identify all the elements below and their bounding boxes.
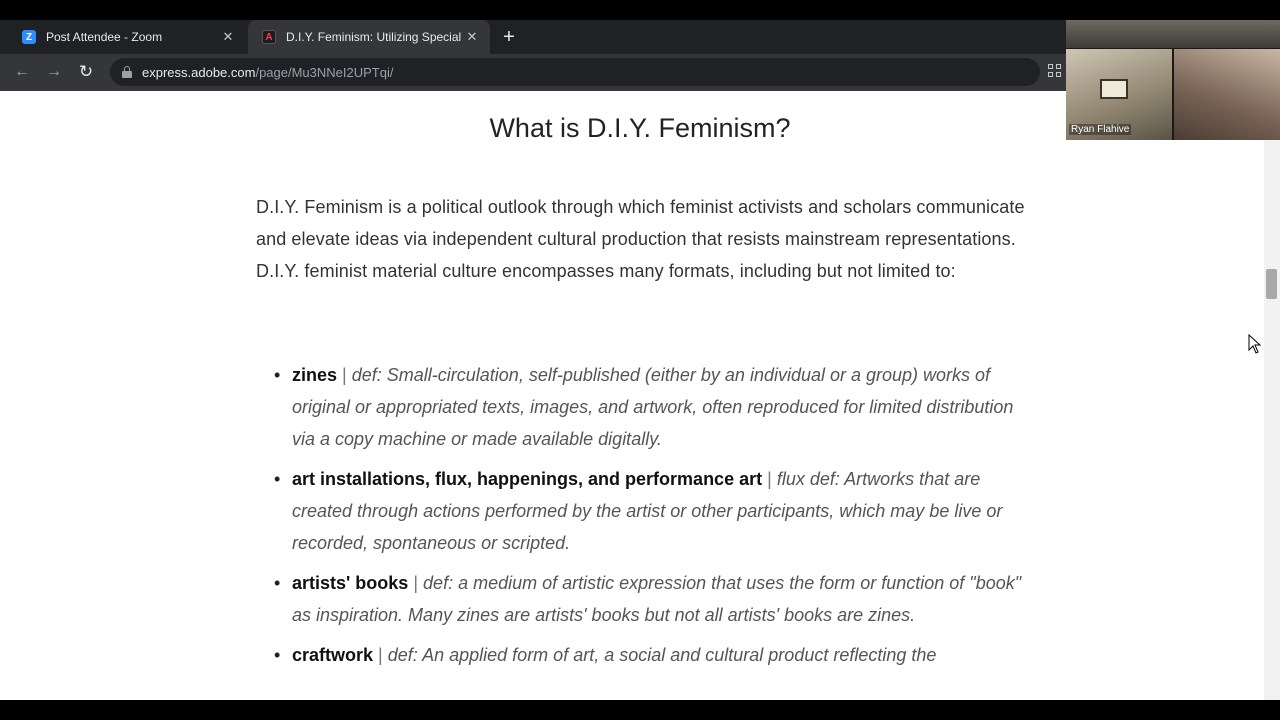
- list-item: • zines | def: Small-circulation, self-p…: [256, 359, 1036, 455]
- screen-letterbox-bottom: [0, 700, 1280, 720]
- list-item-separator: |: [342, 365, 347, 385]
- url-domain: express.adobe.com: [142, 64, 256, 80]
- scrollbar-thumb[interactable]: [1266, 269, 1277, 299]
- adobe-icon: A: [262, 30, 276, 44]
- list-item: • art installations, flux, happenings, a…: [256, 463, 1036, 559]
- participant-name-label: Ryan Flahive: [1069, 124, 1132, 135]
- list-item-term: craftwork: [292, 645, 374, 665]
- list-item-definition: def: An applied form of art, a social an…: [387, 645, 937, 665]
- wall-picture-frame: [1100, 79, 1128, 99]
- zoom-video-panel[interactable]: Ryan Flahive: [1066, 20, 1280, 140]
- list-item-term: art installations, flux, happenings, and…: [292, 469, 763, 489]
- screen-letterbox-top: [0, 0, 1280, 20]
- list-item-separator: |: [767, 469, 772, 489]
- list-item: • artists' books | def: a medium of arti…: [256, 567, 1036, 631]
- list-item: • craftwork | def: An applied form of ar…: [256, 639, 1036, 671]
- list-item-definition: def: Small-circulation, self-published (…: [292, 365, 1014, 449]
- list-item-separator: |: [378, 645, 383, 665]
- list-item-term: zines: [292, 365, 338, 385]
- new-tab-button[interactable]: +: [498, 20, 520, 54]
- reload-icon[interactable]: ↻: [74, 60, 98, 84]
- intro-paragraph: D.I.Y. Feminism is a political outlook t…: [256, 197, 1025, 281]
- bullet-icon: •: [274, 645, 281, 665]
- format-list: • zines | def: Small-circulation, self-p…: [256, 359, 1036, 679]
- video-feed-room: [1174, 49, 1280, 140]
- lock-icon: [122, 66, 132, 78]
- video-feed-gallery: [1066, 20, 1280, 48]
- back-arrow-icon[interactable]: ←: [10, 60, 34, 84]
- tab-title: Post Attendee - Zoom: [46, 30, 163, 44]
- video-feed-participant: Ryan Flahive: [1066, 49, 1172, 140]
- page-content: What is D.I.Y. Feminism? D.I.Y. Feminism…: [0, 91, 1264, 700]
- bullet-icon: •: [274, 573, 281, 593]
- zoom-icon: Z: [22, 30, 36, 44]
- forward-arrow-icon[interactable]: →: [42, 60, 66, 84]
- tab-zoom[interactable]: Z Post Attendee - Zoom ✕: [8, 20, 246, 54]
- tab-title: D.I.Y. Feminism: Utilizing Special: [286, 30, 462, 44]
- bullet-icon: •: [274, 365, 281, 385]
- url-path: /page/Mu3NNeI2UPTqi/: [255, 64, 394, 80]
- address-bar[interactable]: express.adobe.com/page/Mu3NNeI2UPTqi/: [110, 58, 1040, 86]
- close-icon[interactable]: ✕: [464, 29, 480, 45]
- list-item-term: artists' books: [292, 573, 409, 593]
- page-scrollbar[interactable]: [1264, 91, 1280, 700]
- bullet-icon: •: [274, 469, 281, 489]
- extensions-grid-icon[interactable]: [1048, 64, 1062, 78]
- tab-adobe-page[interactable]: A D.I.Y. Feminism: Utilizing Special ✕: [248, 20, 490, 54]
- close-icon[interactable]: ✕: [220, 29, 236, 45]
- list-item-separator: |: [413, 573, 419, 593]
